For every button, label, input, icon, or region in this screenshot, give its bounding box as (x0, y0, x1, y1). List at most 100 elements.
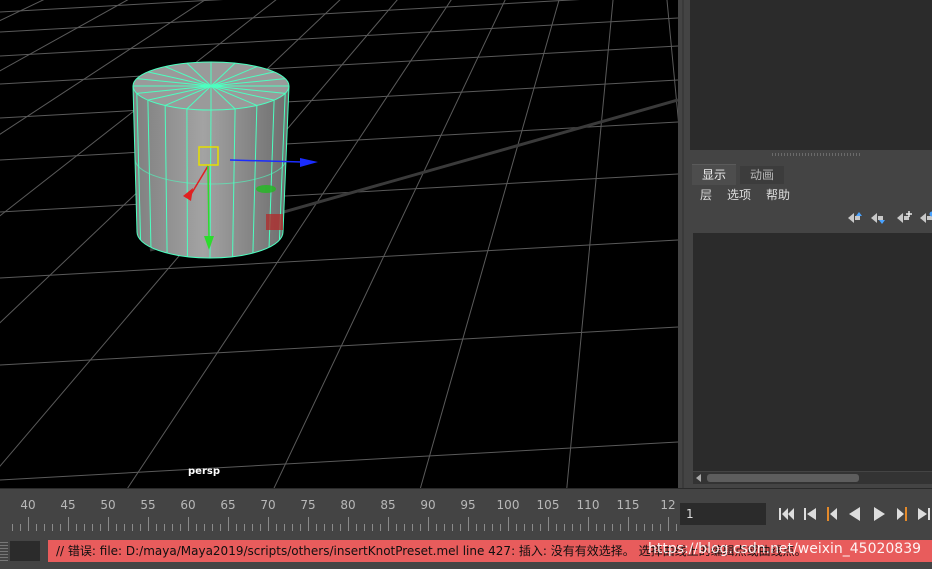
plane-handle-green[interactable] (256, 185, 276, 193)
time-slider-label: 85 (380, 498, 396, 512)
current-frame-field[interactable]: 1 (680, 503, 766, 525)
play-forwards-icon[interactable] (868, 503, 890, 525)
time-slider-tick (100, 524, 101, 531)
time-slider-tick (188, 517, 189, 531)
plane-handle-red[interactable] (266, 214, 283, 230)
y-axis-arrow[interactable] (204, 236, 214, 250)
time-slider-tick (28, 517, 29, 531)
move-layer-down-icon[interactable] (869, 210, 887, 226)
panel-resize-grip[interactable] (772, 153, 862, 156)
time-slider-tick (340, 524, 341, 531)
layer-menu-bar: 层 选项 帮助 (690, 186, 932, 206)
layer-list-scrollbar[interactable] (693, 472, 932, 484)
time-slider-tick (276, 524, 277, 531)
scrollbar-thumb[interactable] (707, 474, 859, 482)
time-slider-tick (116, 524, 117, 531)
time-slider-tick (68, 517, 69, 531)
playback-controls: 1 (678, 488, 932, 533)
time-slider-tick (156, 524, 157, 531)
time-slider-label: 50 (100, 498, 116, 512)
time-slider-tick (636, 524, 637, 531)
time-slider-tick (372, 524, 373, 531)
move-layer-up-icon[interactable] (846, 210, 864, 226)
time-slider-tick (500, 524, 501, 531)
time-slider-tick (76, 524, 77, 531)
command-line: // 错误: file: D:/maya/Maya2019/scripts/ot… (0, 532, 932, 569)
time-slider-tick (404, 524, 405, 531)
manipulator-center-handle[interactable] (198, 146, 219, 166)
time-slider-tick (252, 524, 253, 531)
time-slider-tick (332, 524, 333, 531)
time-slider-tick (564, 524, 565, 531)
time-slider-tick (580, 524, 581, 531)
time-slider-tick (20, 524, 21, 531)
time-slider-tick (524, 524, 525, 531)
time-slider-tick (452, 524, 453, 531)
x-axis-arrow[interactable] (183, 188, 193, 201)
time-slider-tick (268, 517, 269, 531)
time-slider-label: 95 (460, 498, 476, 512)
time-slider-tick (148, 517, 149, 531)
time-slider-tick (484, 524, 485, 531)
channel-box[interactable] (690, 0, 932, 150)
panel-splitter[interactable] (678, 0, 690, 488)
go-to-start-icon[interactable] (776, 503, 798, 525)
time-slider-tick (196, 524, 197, 531)
time-slider-tick (492, 524, 493, 531)
time-slider-tick (556, 524, 557, 531)
step-back-frame-icon[interactable] (799, 503, 821, 525)
time-slider-tick (588, 517, 589, 531)
time-slider-tick (316, 524, 317, 531)
move-manipulator[interactable] (0, 0, 678, 488)
time-slider-tick (308, 517, 309, 531)
tab-display[interactable]: 显示 (692, 164, 737, 185)
time-slider-tick (364, 524, 365, 531)
new-layer-icon[interactable] (895, 210, 913, 226)
time-slider-tick (644, 524, 645, 531)
scroll-left-icon[interactable] (696, 474, 701, 482)
time-slider-tick (124, 524, 125, 531)
new-layer-from-selection-icon[interactable] (918, 210, 932, 226)
menu-help[interactable]: 帮助 (766, 186, 790, 203)
time-slider[interactable]: 40 45 50 55 60 65 70 75 80 85 90 95 100 105 110 115 12 (0, 488, 678, 533)
time-slider-label: 45 (60, 498, 76, 512)
step-forward-key-icon[interactable] (891, 503, 913, 525)
time-slider-tick (388, 517, 389, 531)
layer-list[interactable] (693, 233, 932, 471)
time-slider-tick (436, 524, 437, 531)
camera-label: persp (188, 466, 220, 477)
time-slider-tick (260, 524, 261, 531)
time-slider-label: 115 (616, 498, 640, 512)
channel-layer-editor: 显示 动画 层 选项 帮助 (690, 0, 932, 488)
step-back-key-icon[interactable] (821, 503, 843, 525)
time-slider-tick (652, 524, 653, 531)
time-slider-tick (324, 524, 325, 531)
time-slider-label: 100 (496, 498, 520, 512)
time-slider-label: 60 (180, 498, 196, 512)
time-slider-tick (460, 524, 461, 531)
time-slider-tick (180, 524, 181, 531)
tab-animation[interactable]: 动画 (740, 166, 785, 184)
menu-options[interactable]: 选项 (727, 186, 751, 203)
time-slider-tick (596, 524, 597, 531)
time-slider-tick (212, 524, 213, 531)
command-line-handle[interactable] (0, 541, 8, 561)
time-slider-tick (572, 524, 573, 531)
time-slider-label: 65 (220, 498, 236, 512)
time-slider-tick (396, 524, 397, 531)
time-slider-label: 12 (660, 498, 676, 512)
z-axis-arrow[interactable] (300, 158, 318, 167)
step-forward-frame-icon[interactable] (913, 503, 932, 525)
perspective-viewport[interactable]: persp (0, 0, 678, 488)
menu-layers[interactable]: 层 (700, 186, 712, 203)
play-backwards-icon[interactable] (844, 503, 866, 525)
time-slider-tick (348, 517, 349, 531)
mel-input-field[interactable] (10, 541, 40, 561)
time-slider-tick (540, 524, 541, 531)
time-slider-label: 90 (420, 498, 436, 512)
time-slider-label: 70 (260, 498, 276, 512)
time-slider-tick (164, 524, 165, 531)
time-slider-tick (356, 524, 357, 531)
time-slider-tick (108, 517, 109, 531)
time-slider-tick (36, 524, 37, 531)
